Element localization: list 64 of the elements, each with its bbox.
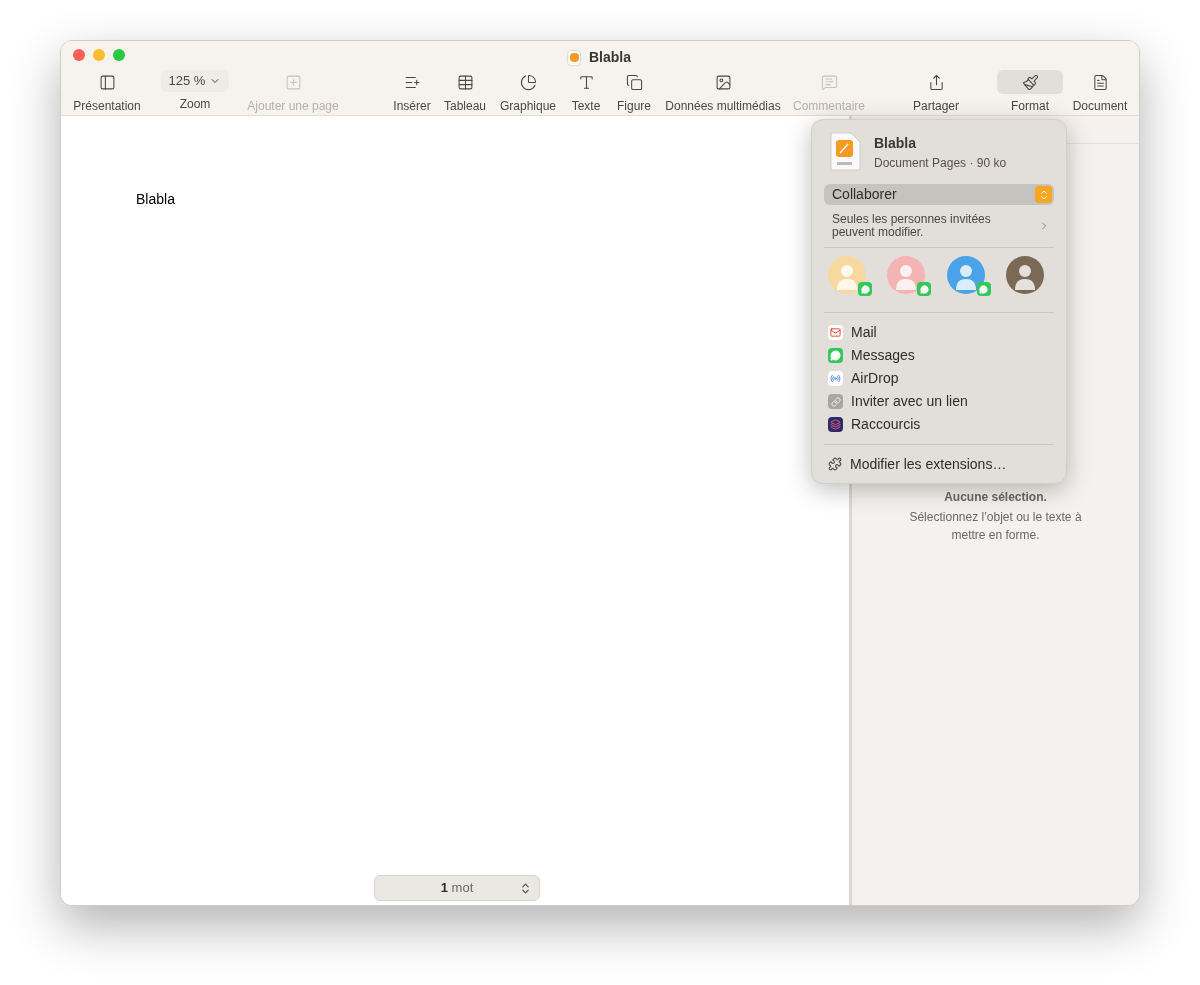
access-setting[interactable]: Seules les personnes invitées peuvent modifier.: [824, 209, 1054, 243]
share-option[interactable]: Mail: [824, 321, 1054, 344]
toolbar-label: Figure: [617, 98, 651, 115]
link-icon: [828, 394, 843, 409]
airdrop-icon: [828, 371, 843, 386]
person-icon: [837, 264, 857, 290]
zoom-button[interactable]: [113, 48, 125, 61]
mail-icon: [828, 325, 843, 340]
inspector-message: Sélectionnez l’objet ou le texte à mettre en forme.: [908, 509, 1083, 544]
toolbar-label: Commentaire: [793, 98, 865, 115]
toolbar-label: Document: [1072, 98, 1128, 115]
shapes-icon: [625, 73, 643, 91]
paintbrush-icon: [1021, 73, 1039, 91]
share-option[interactable]: Raccourcis: [824, 413, 1054, 436]
share-option[interactable]: Messages: [824, 344, 1054, 367]
edit-extensions-option[interactable]: Modifier les extensions…: [824, 453, 1054, 475]
share-option[interactable]: AirDrop: [824, 367, 1054, 390]
toolbar-label: Présentation: [73, 98, 141, 115]
zoom-dropdown[interactable]: 125 %: [160, 70, 230, 92]
toolbar-label: Données multimédias: [665, 98, 781, 115]
toolbar-label: Partager: [913, 98, 959, 115]
toolbar-label: Format: [1011, 98, 1049, 115]
messages-icon: [828, 348, 843, 363]
contact-avatar[interactable]: [1006, 256, 1044, 294]
toolbar-label: Insérer: [393, 98, 431, 115]
contact-avatar[interactable]: [887, 256, 926, 294]
plus-icon: [284, 73, 302, 91]
toolbar-label: Ajouter une page: [247, 98, 339, 115]
contact-avatar[interactable]: [946, 256, 985, 294]
toolbar-label: Texte: [571, 98, 601, 115]
document-text: Blabla: [136, 190, 175, 209]
sidebar-icon: [98, 73, 116, 91]
message-badge-icon: [858, 282, 872, 296]
contact-avatar[interactable]: [828, 256, 866, 294]
message-badge-icon: [976, 282, 991, 296]
comment-icon: [820, 73, 838, 91]
collaborate-dropdown[interactable]: Collaborer: [824, 184, 1054, 205]
stepper-icon: [1035, 186, 1052, 203]
pages-file-icon: [567, 49, 581, 66]
person-icon: [1015, 264, 1035, 290]
shortcuts-icon: [828, 417, 843, 432]
image-icon: [714, 73, 732, 91]
pie-chart-icon: [519, 73, 537, 91]
message-badge-icon: [917, 282, 932, 296]
share-option[interactable]: Inviter avec un lien: [824, 390, 1054, 413]
person-icon: [896, 264, 917, 290]
stepper-icon: [519, 881, 532, 895]
text-box-icon: [577, 73, 595, 91]
pages-file-icon: [828, 132, 862, 172]
file-name: Blabla: [874, 133, 917, 153]
inspector-title: Aucune sélection.: [944, 489, 1047, 506]
file-info: Document Pages · 90 ko: [874, 154, 1007, 172]
share-icon: [927, 73, 945, 91]
toolbar-label: Tableau: [443, 98, 486, 115]
person-icon: [955, 264, 976, 290]
toolbar-label: Zoom: [179, 96, 211, 113]
close-button[interactable]: [73, 48, 85, 61]
word-count-button[interactable]: 1 mot: [374, 875, 540, 901]
format-toolbar-button[interactable]: [997, 70, 1063, 94]
table-icon: [456, 73, 474, 91]
extension-icon: [828, 457, 842, 471]
window-title: Blabla: [589, 48, 631, 67]
document-icon: [1091, 73, 1109, 91]
toolbar-label: Graphique: [499, 98, 556, 115]
